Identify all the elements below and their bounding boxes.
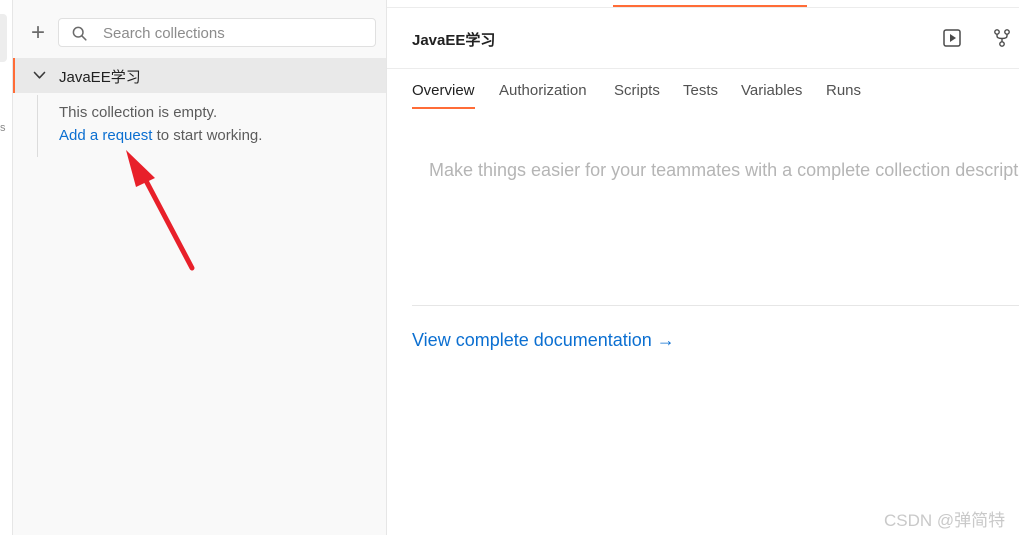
rail-active-item[interactable] [0,14,7,62]
tab-authorization[interactable]: Authorization [499,82,587,107]
tab-runs[interactable]: Runs [826,82,861,107]
active-tab-indicator [613,0,807,7]
tab-tests[interactable]: Tests [683,82,718,107]
fork-icon [994,29,1010,47]
tab-scripts[interactable]: Scripts [614,82,660,107]
empty-collection-message: This collection is empty. Add a request … [37,95,378,157]
header-divider [387,68,1019,69]
watermark: CSDN @弹简特 [884,511,1006,530]
collection-overview-panel: JavaEE学习 Overview Authorization Scripts … [387,0,1019,535]
add-request-line: Add a request to start working. [59,127,262,144]
rail-edge-glyph: s [0,122,6,134]
add-request-suffix: to start working. [152,127,263,144]
chevron-down-icon[interactable] [33,71,46,80]
search-box[interactable] [58,18,376,47]
run-collection-button[interactable] [939,25,965,51]
tab-variables[interactable]: Variables [741,82,802,107]
search-input[interactable] [101,22,365,45]
collection-title: JavaEE学习 [412,32,496,49]
tab-overview[interactable]: Overview [412,82,475,109]
add-request-link[interactable]: Add a request [59,127,152,144]
description-placeholder[interactable]: Make things easier for your teammates wi… [429,160,1019,181]
empty-text: This collection is empty. [59,104,218,121]
search-icon [72,26,87,41]
divider [387,7,1019,8]
collection-name: JavaEE学习 [59,69,141,86]
fork-collection-button[interactable] [989,25,1015,51]
left-rail: s [0,0,13,535]
run-icon [943,29,961,47]
new-collection-button[interactable]: + [27,19,49,46]
section-divider [412,305,1019,306]
plus-icon: + [30,19,45,46]
view-documentation-link[interactable]: View complete documentation → [412,330,675,351]
collection-item[interactable]: JavaEE学习 [13,58,386,93]
